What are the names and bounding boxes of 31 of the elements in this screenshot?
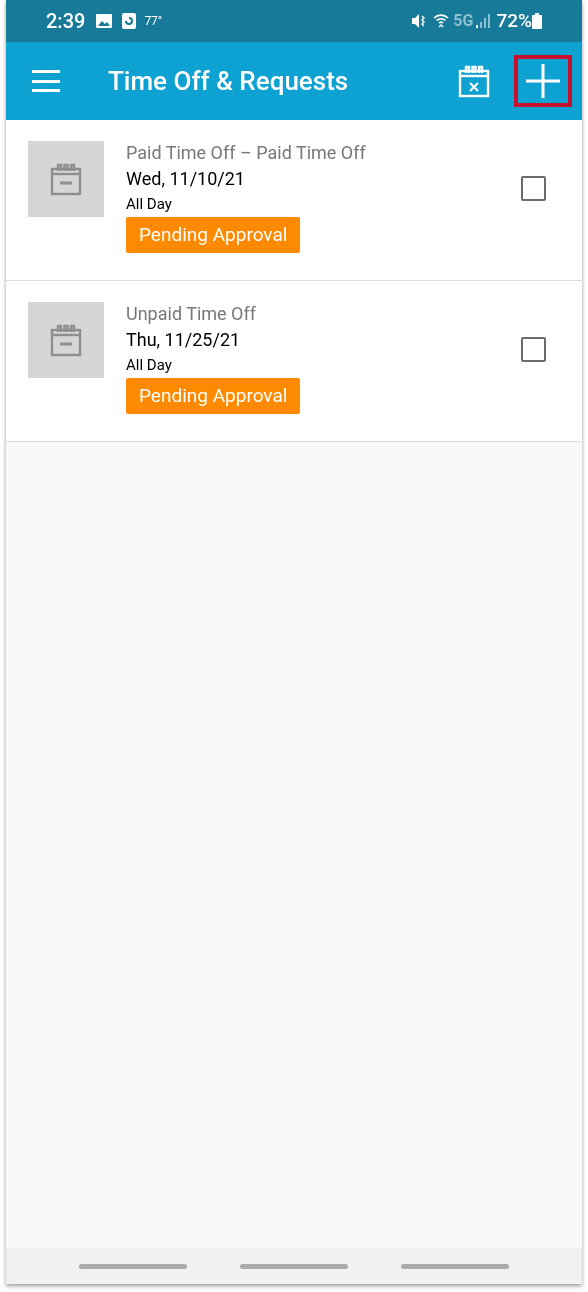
calendar-icon: [50, 323, 82, 357]
nav-handle[interactable]: [401, 1263, 509, 1269]
calendar-icon: [50, 162, 82, 196]
wifi-icon: [433, 12, 450, 30]
status-badge: Pending Approval: [126, 217, 301, 253]
nav-handle[interactable]: [79, 1263, 187, 1269]
request-duration: All Day: [126, 194, 172, 215]
plus-icon: [526, 64, 560, 98]
battery-percent: 72%: [496, 7, 532, 34]
app-title: Time Off & Requests: [108, 64, 350, 98]
menu-button[interactable]: [32, 70, 60, 92]
status-time: 2:39: [46, 8, 86, 35]
image-icon: [96, 14, 113, 28]
status-badge: Pending Approval: [126, 378, 301, 414]
request-row[interactable]: Unpaid Time Off Thu, 11/25/21 All Day Pending Approval: [6, 281, 582, 442]
calendar-x-icon: [458, 64, 490, 98]
add-button[interactable]: [514, 55, 572, 107]
request-type: Paid Time Off – Paid Time Off: [126, 141, 366, 165]
battery-icon: [532, 13, 542, 29]
request-checkbox[interactable]: [521, 337, 546, 362]
request-type: Unpaid Time Off: [126, 302, 256, 326]
request-date: Thu, 11/25/21: [126, 328, 241, 352]
signal-icon: [476, 14, 491, 28]
request-duration: All Day: [126, 355, 172, 376]
network-type: 5G: [453, 10, 474, 32]
request-checkbox[interactable]: [521, 176, 546, 201]
request-date: Wed, 11/10/21: [126, 167, 245, 191]
temperature: 77°: [144, 13, 163, 30]
request-row[interactable]: Paid Time Off – Paid Time Off Wed, 11/10/21 All Day Pending Approval: [6, 120, 582, 281]
nav-handle[interactable]: [240, 1263, 348, 1269]
sync-icon: [122, 13, 137, 29]
